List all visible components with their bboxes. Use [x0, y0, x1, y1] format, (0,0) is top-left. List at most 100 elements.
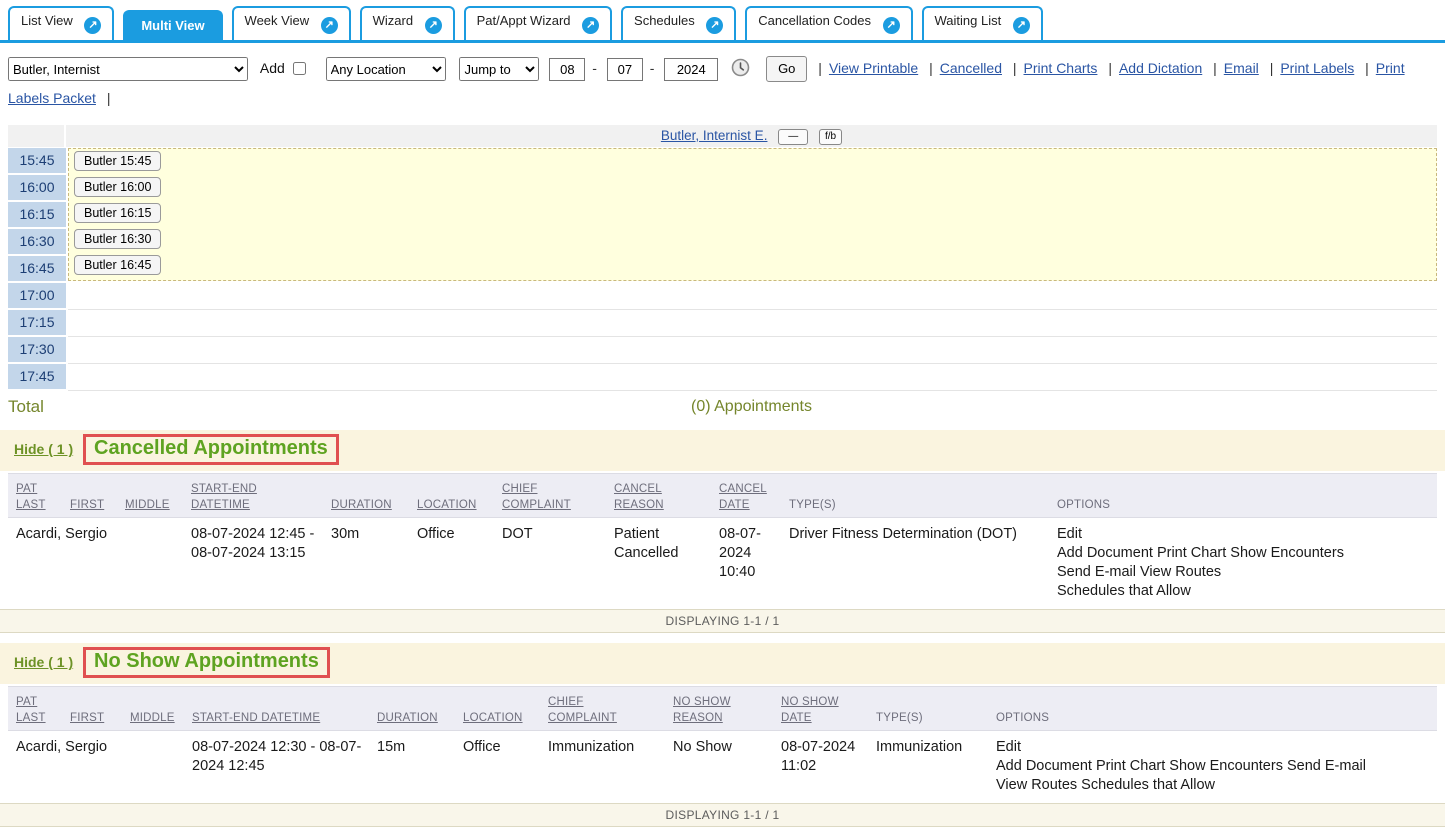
popout-icon[interactable]: ↗ [582, 17, 599, 34]
col-pat-last[interactable]: PAT LAST [16, 696, 46, 724]
link-separator: | [1108, 60, 1112, 76]
year-input[interactable] [664, 58, 718, 81]
hide-noshow-link[interactable]: Hide ( 1 ) [14, 654, 73, 670]
time-column: 15:45 16:00 16:15 16:30 16:45 17:00 17:1… [8, 148, 66, 391]
day-input[interactable] [607, 58, 643, 81]
date-separator: - [650, 60, 655, 76]
option-schedules-that-allow[interactable]: Schedules that Allow [1057, 583, 1191, 599]
hide-cancelled-link[interactable]: Hide ( 1 ) [14, 441, 73, 457]
option-view-routes[interactable]: View Routes [1140, 564, 1221, 580]
link-cancelled[interactable]: Cancelled [940, 60, 1002, 76]
noshow-title: No Show Appointments [83, 647, 330, 678]
schedule-body: 15:45 16:00 16:15 16:30 16:45 17:00 17:1… [8, 148, 1437, 391]
col-cancel-date[interactable]: CANCEL DATE [719, 483, 767, 511]
time-slot-label: 16:30 [8, 229, 66, 254]
col-options: OPTIONS [996, 712, 1049, 724]
provider-header-link[interactable]: Butler, Internist E. [661, 128, 768, 143]
col-noshow-reason[interactable]: NO SHOW REASON [673, 696, 731, 724]
cell-datetime: 08-07-2024 12:45 - 08-07-2024 13:15 [191, 518, 331, 608]
fb-button[interactable]: f/b [819, 129, 842, 145]
option-schedules-that-allow[interactable]: Schedules that Allow [1081, 777, 1215, 793]
option-add-document[interactable]: Add Document [1057, 545, 1153, 561]
option-edit[interactable]: Edit [996, 739, 1021, 755]
tab-wizard[interactable]: Wizard ↗ [360, 6, 455, 40]
col-pat-last[interactable]: PAT LAST [16, 483, 46, 511]
col-first[interactable]: FIRST [70, 712, 104, 724]
col-noshow-date[interactable]: NO SHOW DATE [781, 696, 839, 724]
tab-label: Waiting List [935, 13, 1002, 28]
popout-icon[interactable]: ↗ [1013, 17, 1030, 34]
col-duration[interactable]: DURATION [377, 712, 438, 724]
option-print-chart[interactable]: Print Chart [1157, 545, 1226, 561]
link-print-charts[interactable]: Print Charts [1024, 60, 1098, 76]
tab-schedules[interactable]: Schedules ↗ [621, 6, 736, 40]
tab-cancellation-codes[interactable]: Cancellation Codes ↗ [745, 6, 912, 40]
slot-button[interactable]: Butler 15:45 [74, 151, 161, 171]
schedule-corner [8, 125, 66, 147]
col-chief-complaint[interactable]: CHIEF COMPLAINT [502, 483, 571, 511]
slot-button[interactable]: Butler 16:45 [74, 255, 161, 275]
tab-pat-appt-wizard[interactable]: Pat/Appt Wizard ↗ [464, 6, 613, 40]
time-slot-label: 17:45 [8, 364, 66, 389]
add-checkbox[interactable] [293, 62, 306, 75]
total-row: Total (0) Appointments [8, 394, 1437, 420]
popout-icon[interactable]: ↗ [321, 17, 338, 34]
cell-chief-complaint: DOT [502, 518, 614, 608]
option-add-document[interactable]: Add Document [996, 758, 1092, 774]
option-show-encounters[interactable]: Show Encounters [1169, 758, 1283, 774]
col-first[interactable]: FIRST [70, 499, 104, 511]
option-show-encounters[interactable]: Show Encounters [1230, 545, 1344, 561]
col-chief-complaint[interactable]: CHIEF COMPLAINT [548, 696, 617, 724]
popout-icon[interactable]: ↗ [883, 17, 900, 34]
cell-types: Immunization [876, 731, 996, 802]
displaying-text: DISPLAYING 1-1 / 1 [666, 808, 780, 822]
jump-to-select[interactable]: Jump to [459, 57, 539, 81]
slot-button[interactable]: Butler 16:15 [74, 203, 161, 223]
option-print-chart[interactable]: Print Chart [1096, 758, 1165, 774]
col-middle[interactable]: MIDDLE [130, 712, 175, 724]
go-button[interactable]: Go [766, 56, 807, 82]
col-datetime[interactable]: START-END DATETIME [191, 483, 257, 511]
link-add-dictation[interactable]: Add Dictation [1119, 60, 1202, 76]
option-send-email[interactable]: Send E-mail [1287, 758, 1366, 774]
col-options: OPTIONS [1057, 499, 1110, 511]
slot-button[interactable]: Butler 16:00 [74, 177, 161, 197]
clock-icon[interactable] [731, 58, 750, 85]
popout-icon[interactable]: ↗ [425, 17, 442, 34]
location-select[interactable]: Any Location [326, 57, 446, 81]
provider-select[interactable]: Butler, Internist [8, 57, 248, 81]
link-separator: | [818, 60, 822, 76]
tab-week-view[interactable]: Week View ↗ [232, 6, 351, 40]
link-view-printable[interactable]: View Printable [829, 60, 918, 76]
link-email[interactable]: Email [1224, 60, 1259, 76]
col-location[interactable]: LOCATION [417, 499, 477, 511]
link-separator: | [929, 60, 933, 76]
col-location[interactable]: LOCATION [463, 712, 523, 724]
cancelled-header-row: PAT LAST FIRST MIDDLE START-END DATETIME… [8, 474, 1437, 518]
option-view-routes[interactable]: View Routes [996, 777, 1077, 793]
slot-button[interactable]: Butler 16:30 [74, 229, 161, 249]
col-types: TYPE(S) [789, 499, 836, 511]
option-send-email[interactable]: Send E-mail [1057, 564, 1136, 580]
tab-multi-view[interactable]: Multi View [123, 10, 222, 40]
available-time-block[interactable]: Butler 15:45 Butler 16:00 Butler 16:15 B… [68, 148, 1437, 281]
col-cancel-reason[interactable]: CANCEL REASON [614, 483, 664, 511]
option-edit[interactable]: Edit [1057, 526, 1082, 542]
col-middle[interactable]: MIDDLE [125, 499, 170, 511]
schedule-empty-row [68, 310, 1437, 337]
col-duration[interactable]: DURATION [331, 499, 392, 511]
cell-duration: 30m [331, 518, 417, 608]
popout-icon[interactable]: ↗ [706, 17, 723, 34]
link-print-labels[interactable]: Print Labels [1280, 60, 1354, 76]
cancelled-paging: DISPLAYING 1-1 / 1 [0, 609, 1445, 633]
popout-icon[interactable]: ↗ [84, 17, 101, 34]
link-separator: | [1365, 60, 1369, 76]
minimize-button[interactable]: — [778, 129, 808, 145]
tab-list-view[interactable]: List View ↗ [8, 6, 114, 40]
month-input[interactable] [549, 58, 585, 81]
tab-label: Cancellation Codes [758, 13, 871, 28]
schedule-grid: Butler, Internist E. — f/b 15:45 16:00 1… [8, 125, 1437, 391]
tab-waiting-list[interactable]: Waiting List ↗ [922, 6, 1043, 40]
noshow-section-header: Hide ( 1 ) No Show Appointments [0, 643, 1445, 684]
col-datetime[interactable]: START-END DATETIME [192, 712, 320, 724]
